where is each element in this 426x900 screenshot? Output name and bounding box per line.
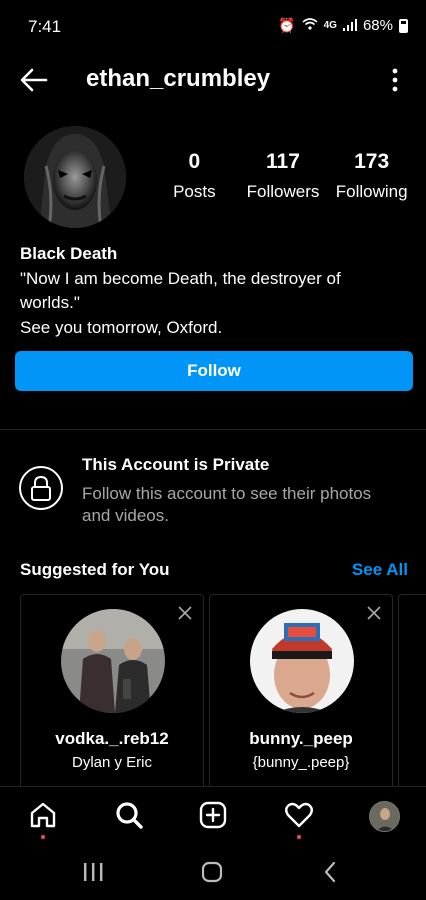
stat-posts-label: Posts [173, 182, 216, 201]
more-options-icon[interactable] [390, 66, 400, 94]
stat-posts-value: 0 [188, 150, 201, 173]
battery-percent: 68% [362, 17, 393, 34]
stat-posts[interactable]: 0 Posts [150, 150, 238, 202]
stat-following[interactable]: 173 Following [328, 150, 416, 202]
bio-line: See you tomorrow, Oxford. [20, 317, 223, 337]
suggestion-avatar[interactable] [61, 609, 165, 713]
private-account-subtitle: Follow this account to see their photos … [82, 484, 372, 525]
home-icon[interactable] [27, 799, 59, 831]
suggestion-card[interactable]: vodka._.reb12 Dylan y Eric [20, 594, 204, 794]
status-time: 7:41 [28, 17, 62, 36]
suggestion-avatar[interactable] [250, 609, 354, 713]
suggested-title: Suggested for You [20, 560, 170, 579]
profile-bio: Black Death "Now I am become Death, the … [20, 242, 410, 340]
stat-followers-label: Followers [246, 182, 320, 201]
profile-stats: 0 Posts 117 Followers 173 Following [150, 150, 416, 202]
home-notification-dot [41, 835, 45, 839]
back-arrow-icon[interactable] [18, 64, 50, 96]
divider [0, 429, 426, 430]
stat-followers[interactable]: 117 Followers [239, 150, 327, 202]
battery-icon [399, 18, 408, 33]
profile-header: ethan_crumbley [0, 54, 426, 106]
back-system-icon[interactable] [323, 861, 337, 888]
bio-line: worlds." [20, 293, 80, 312]
suggestion-username[interactable]: vodka._.reb12 [21, 729, 203, 749]
alarm-icon: ⏰ [278, 17, 296, 33]
dismiss-suggestion-icon[interactable] [366, 605, 382, 621]
profile-display-name: Black Death [20, 244, 118, 263]
dismiss-suggestion-icon[interactable] [177, 605, 193, 621]
suggestion-full-name: Dylan y Eric [71, 754, 153, 771]
wifi-icon [302, 17, 318, 34]
profile-tab-avatar[interactable] [369, 801, 400, 832]
stat-followers-value: 117 [266, 150, 300, 173]
stat-following-value: 173 [354, 150, 390, 173]
see-all-link[interactable]: See All [352, 560, 408, 580]
new-post-icon[interactable] [197, 799, 229, 831]
status-bar: 7:41 ⏰ 4G 68% [0, 0, 426, 54]
profile-avatar[interactable] [24, 126, 126, 228]
bottom-nav [0, 786, 426, 844]
search-icon[interactable] [113, 799, 145, 831]
network-type: 4G [323, 20, 337, 31]
stat-following-label: Following [335, 182, 408, 201]
header-username: ethan_crumbley [86, 65, 271, 92]
private-account-title: This Account is Private [82, 455, 270, 474]
bio-line: "Now I am become Death, the destroyer of [20, 268, 341, 288]
signal-icon [342, 18, 357, 34]
activity-notification-dot [297, 835, 301, 839]
follow-button[interactable]: Follow [15, 351, 413, 391]
home-system-icon[interactable] [201, 861, 223, 888]
status-icons: ⏰ 4G 68% [278, 17, 408, 34]
lock-icon [19, 466, 63, 510]
suggestion-card[interactable]: bunny._peep {bunny_.peep} [209, 594, 393, 794]
recent-apps-icon[interactable] [82, 862, 104, 887]
suggestion-username[interactable]: bunny._peep [210, 729, 392, 749]
activity-heart-icon[interactable] [283, 799, 315, 831]
suggestion-card-partial[interactable] [398, 594, 426, 794]
suggestion-full-name: {bunny_.peep} [252, 754, 350, 771]
system-nav-bar [0, 844, 426, 900]
